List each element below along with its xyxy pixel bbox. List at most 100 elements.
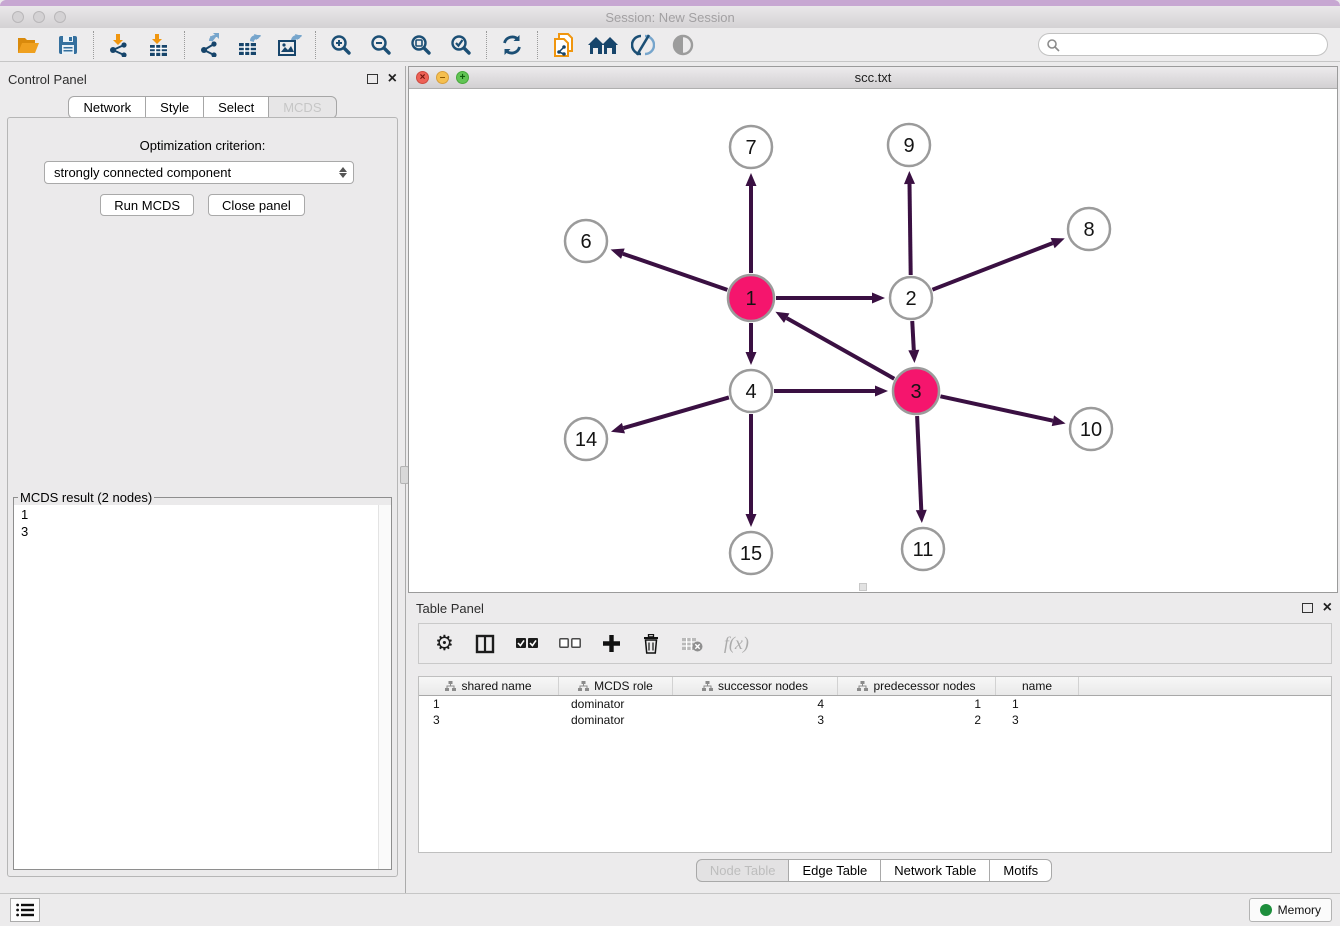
open-session-icon[interactable] — [8, 30, 48, 60]
import-table-icon[interactable] — [139, 30, 179, 60]
window-title: Session: New Session — [0, 10, 1340, 25]
float-table-panel-icon[interactable] — [1302, 603, 1313, 613]
table-cell[interactable]: 4 — [673, 696, 838, 712]
edge-arrowhead — [746, 352, 757, 365]
optimization-criterion-select[interactable]: strongly connected component — [44, 161, 354, 184]
graph-edge[interactable] — [787, 318, 895, 379]
toolbar-separator — [315, 31, 316, 59]
edge-arrowhead — [1051, 238, 1065, 248]
table-cell[interactable]: 2 — [838, 712, 996, 728]
column-header-successor-nodes[interactable]: successor nodes — [673, 677, 838, 695]
graph-node-label: 10 — [1080, 419, 1102, 441]
zoom-fit-icon[interactable] — [401, 30, 441, 60]
task-history-button[interactable] — [10, 898, 40, 922]
canvas-scroll-handle[interactable] — [859, 583, 867, 591]
edge-arrowhead — [1052, 415, 1066, 426]
toolbar-separator — [184, 31, 185, 59]
select-all-checkboxes-icon[interactable] — [516, 638, 538, 649]
deselect-all-checkboxes-icon[interactable] — [559, 638, 581, 649]
table-cell[interactable]: 1 — [838, 696, 996, 712]
table-cell[interactable]: 3 — [673, 712, 838, 728]
import-network-icon[interactable] — [99, 30, 139, 60]
show-columns-icon[interactable] — [475, 634, 495, 654]
node-table: shared name MCDS role successor nodes pr… — [418, 676, 1332, 853]
zoom-selected-icon[interactable] — [441, 30, 481, 60]
table-row[interactable]: 1dominator411 — [419, 696, 1331, 712]
table-options-gear-icon[interactable]: ⚙ — [435, 631, 454, 656]
tab-network[interactable]: Network — [68, 96, 146, 119]
network-graph[interactable]: 7968124314101511 — [409, 89, 1337, 592]
table-toolbar: ⚙ f(x) — [418, 623, 1332, 664]
graph-node-label: 8 — [1083, 219, 1094, 241]
table-cell[interactable]: dominator — [559, 696, 673, 712]
delete-table-icon[interactable] — [681, 636, 703, 652]
mcds-panel-body: Optimization criterion: strongly connect… — [7, 117, 398, 877]
graph-edge[interactable] — [932, 243, 1052, 290]
result-scrollbar[interactable] — [378, 505, 391, 869]
search-input[interactable] — [1064, 36, 1327, 54]
graph-edge[interactable] — [912, 321, 914, 350]
table-cell[interactable]: 3 — [419, 712, 559, 728]
save-session-icon[interactable] — [48, 30, 88, 60]
close-table-panel-icon[interactable]: × — [1323, 603, 1332, 613]
graph-node-label: 9 — [903, 135, 914, 157]
memory-label: Memory — [1278, 903, 1321, 917]
column-header-mcds-role[interactable]: MCDS role — [559, 677, 673, 695]
clone-network-icon[interactable] — [543, 30, 583, 60]
tab-mcds[interactable]: MCDS — [268, 96, 336, 119]
show-hide-graphics-icon[interactable] — [663, 30, 703, 60]
tab-node-table[interactable]: Node Table — [696, 859, 790, 882]
titlebar: Session: New Session — [0, 6, 1340, 28]
control-panel: Control Panel × Network Style Select MCD… — [0, 66, 405, 893]
zoom-out-icon[interactable] — [361, 30, 401, 60]
table-cell[interactable]: 1 — [996, 696, 1079, 712]
table-cell[interactable]: 3 — [996, 712, 1079, 728]
edge-arrowhead — [746, 173, 757, 186]
table-cell[interactable]: 1 — [419, 696, 559, 712]
graph-edge[interactable] — [917, 416, 921, 510]
table-header-row: shared name MCDS role successor nodes pr… — [419, 677, 1331, 696]
delete-row-icon[interactable] — [642, 634, 660, 654]
graph-node-label: 1 — [745, 288, 756, 310]
graph-node-label: 6 — [580, 231, 591, 253]
search-icon — [1046, 38, 1060, 52]
graph-edge[interactable] — [910, 184, 911, 275]
mcds-result-text[interactable]: 1 3 — [14, 505, 391, 869]
network-window-titlebar: × – + scc.txt — [409, 67, 1337, 89]
hierarchy-icon — [445, 681, 456, 691]
graph-edge[interactable] — [623, 254, 728, 290]
network-canvas[interactable]: 7968124314101511 — [409, 89, 1337, 592]
hierarchy-icon — [857, 681, 868, 691]
select-stepper-icon — [339, 167, 347, 178]
mcds-result-fieldset: MCDS result (2 nodes) 1 3 — [13, 490, 392, 870]
export-table-icon[interactable] — [230, 30, 270, 60]
column-header-predecessor-nodes[interactable]: predecessor nodes — [838, 677, 996, 695]
column-header-name[interactable]: name — [996, 677, 1079, 695]
show-hide-style-icon[interactable] — [623, 30, 663, 60]
formula-fx-icon[interactable]: f(x) — [724, 633, 749, 654]
home-layout-icon[interactable] — [583, 30, 623, 60]
export-network-icon[interactable] — [190, 30, 230, 60]
column-header-shared-name[interactable]: shared name — [419, 677, 559, 695]
memory-button[interactable]: Memory — [1249, 898, 1332, 922]
tab-edge-table[interactable]: Edge Table — [788, 859, 881, 882]
add-row-icon[interactable] — [602, 634, 621, 653]
run-mcds-button[interactable]: Run MCDS — [100, 194, 194, 216]
export-image-icon[interactable] — [270, 30, 310, 60]
optimization-criterion-label: Optimization criterion: — [8, 138, 397, 153]
tab-motifs[interactable]: Motifs — [989, 859, 1052, 882]
zoom-in-icon[interactable] — [321, 30, 361, 60]
tab-select[interactable]: Select — [203, 96, 269, 119]
tab-style[interactable]: Style — [145, 96, 204, 119]
close-panel-button[interactable]: Close panel — [208, 194, 305, 216]
table-row[interactable]: 3dominator323 — [419, 712, 1331, 728]
close-panel-icon[interactable]: × — [388, 74, 397, 84]
graph-edge[interactable] — [940, 396, 1052, 420]
refresh-layout-icon[interactable] — [492, 30, 532, 60]
table-cell[interactable]: dominator — [559, 712, 673, 728]
search-field[interactable] — [1038, 33, 1328, 56]
application-window: Session: New Session — [0, 0, 1340, 926]
graph-edge[interactable] — [623, 397, 728, 428]
tab-network-table[interactable]: Network Table — [880, 859, 990, 882]
float-panel-icon[interactable] — [367, 74, 378, 84]
